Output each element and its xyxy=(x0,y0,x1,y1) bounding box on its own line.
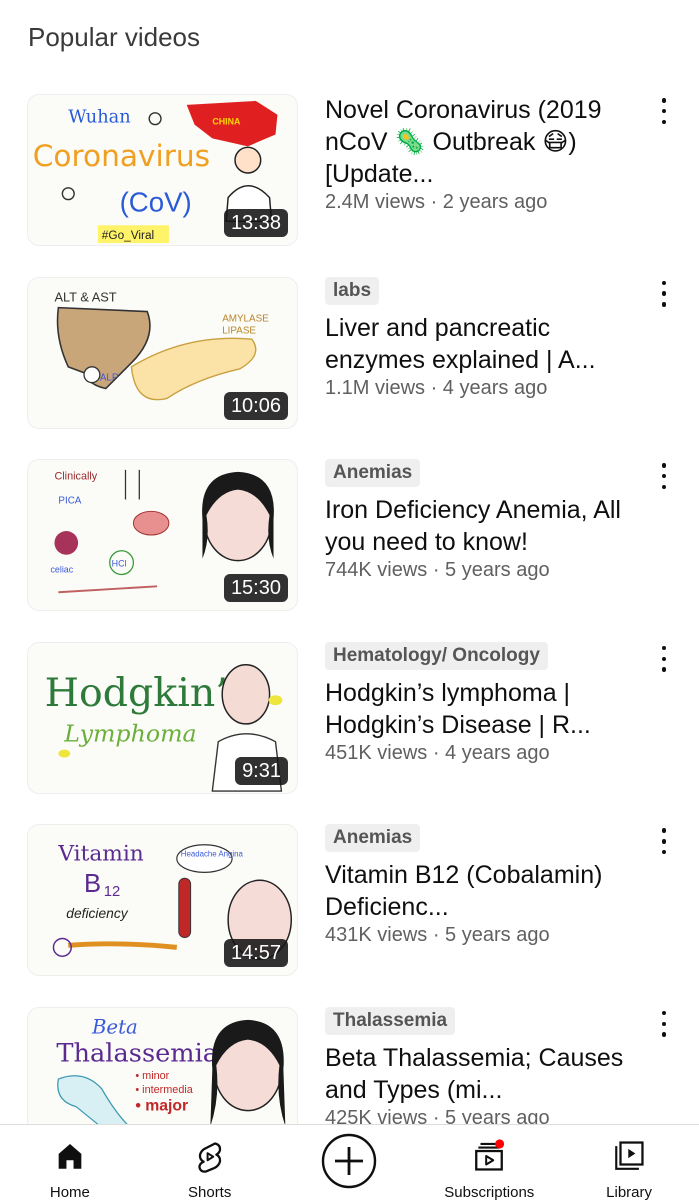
svg-text:Thalassemia: Thalassemia xyxy=(56,1038,218,1068)
video-item[interactable]: ALT & AST ALP AMYLASE LIPASE 10:06 labs … xyxy=(0,276,699,460)
playlist-badge[interactable]: labs xyxy=(325,276,380,305)
svg-text:• minor: • minor xyxy=(135,1070,169,1082)
video-title[interactable]: Beta Thalassemia; Causes and Types (mi..… xyxy=(325,1042,635,1106)
section-title: Popular videos xyxy=(28,22,200,52)
video-title[interactable]: Iron Deficiency Anemia, All you need to … xyxy=(325,494,635,558)
nav-subscriptions-label: Subscriptions xyxy=(444,1184,535,1201)
playlist-badge[interactable]: Anemias xyxy=(325,459,421,488)
shorts-icon xyxy=(197,1142,221,1173)
video-title[interactable]: Hodgkin’s lymphoma | Hodgkin’s Disease |… xyxy=(325,677,635,741)
svg-text:CHINA: CHINA xyxy=(212,117,241,127)
video-info[interactable]: Anemias Vitamin B12 (Cobalamin) Deficien… xyxy=(325,824,635,947)
create-plus-icon xyxy=(322,1133,377,1189)
video-duration: 13:38 xyxy=(223,209,288,237)
more-options-icon[interactable] xyxy=(653,828,675,855)
video-thumbnail[interactable]: Vitamin B 12 deficiency Headache Angina … xyxy=(27,824,298,977)
notification-dot xyxy=(495,1139,505,1149)
video-thumbnail[interactable]: Hodgkin’s Lymphoma 9:31 xyxy=(27,641,298,794)
nav-shorts-label: Shorts xyxy=(188,1184,232,1201)
video-title[interactable]: Vitamin B12 (Cobalamin) Deficienc... xyxy=(325,859,635,923)
nav-home[interactable]: Home xyxy=(10,1125,130,1201)
svg-text:PICA: PICA xyxy=(58,496,81,507)
svg-text:#Go_Viral: #Go_Viral xyxy=(102,228,154,242)
nav-library-label: Library xyxy=(606,1184,652,1201)
video-title[interactable]: Novel Coronavirus (2019 nCoV 🦠 Outbreak … xyxy=(325,94,635,190)
playlist-badge[interactable]: Hematology/ Oncology xyxy=(325,641,548,670)
video-info[interactable]: labs Liver and pancreatic enzymes explai… xyxy=(325,276,635,400)
nav-create[interactable] xyxy=(289,1125,409,1189)
svg-text:• major: • major xyxy=(135,1098,188,1115)
nav-subscriptions[interactable]: Subscriptions xyxy=(429,1125,549,1201)
video-meta: 1.1M views · 4 years ago xyxy=(325,376,548,399)
video-meta: 2.4M views · 2 years ago xyxy=(325,191,548,213)
video-thumbnail[interactable]: Clinically PICA celiac HCl 15:30 xyxy=(27,459,298,612)
more-options-icon[interactable] xyxy=(653,280,675,307)
video-list: Wuhan CHINA Coronavirus (CoV) #Go_Viral … xyxy=(0,94,699,1190)
svg-text:Hodgkin’s: Hodgkin’s xyxy=(45,670,248,716)
video-meta: 431K views · 5 years ago xyxy=(325,924,550,947)
svg-text:Clinically: Clinically xyxy=(54,471,97,483)
svg-text:HCl: HCl xyxy=(112,559,127,569)
video-item[interactable]: Clinically PICA celiac HCl 15:30 Anemias… xyxy=(0,459,699,642)
svg-text:Beta: Beta xyxy=(91,1016,138,1039)
svg-text:Headache Angina: Headache Angina xyxy=(181,850,244,859)
nav-home-label: Home xyxy=(49,1184,90,1201)
home-icon xyxy=(58,1143,82,1169)
svg-text:LIPASE: LIPASE xyxy=(222,325,256,336)
svg-text:Wuhan: Wuhan xyxy=(68,108,130,128)
video-item[interactable]: Vitamin B 12 deficiency Headache Angina … xyxy=(0,824,699,1007)
video-meta: 744K views · 5 years ago xyxy=(325,559,550,582)
video-duration: 14:57 xyxy=(223,939,288,968)
more-options-icon[interactable] xyxy=(653,645,675,672)
svg-text:B: B xyxy=(84,870,101,898)
playlist-badge[interactable]: Thalassemia xyxy=(325,1006,456,1035)
nav-library[interactable]: Library xyxy=(569,1125,689,1201)
video-duration: 9:31 xyxy=(235,756,288,785)
bottom-navigation: Home Shorts Subscriptions Library xyxy=(0,1124,699,1201)
more-options-icon[interactable] xyxy=(653,98,675,124)
svg-text:12: 12 xyxy=(104,884,120,900)
video-info[interactable]: Hematology/ Oncology Hodgkin’s lymphoma … xyxy=(325,641,635,765)
svg-text:Coronavirus: Coronavirus xyxy=(33,139,210,173)
more-options-icon[interactable] xyxy=(653,463,675,490)
video-info[interactable]: Thalassemia Beta Thalassemia; Causes and… xyxy=(325,1006,635,1130)
svg-text:ALT & AST: ALT & AST xyxy=(54,289,116,304)
video-info[interactable]: Anemias Iron Deficiency Anemia, All you … xyxy=(325,459,635,582)
svg-text:ALP: ALP xyxy=(100,372,119,383)
video-title[interactable]: Liver and pancreatic enzymes explained |… xyxy=(325,312,635,376)
svg-text:• intermedia: • intermedia xyxy=(135,1084,193,1096)
svg-text:Vitamin: Vitamin xyxy=(57,842,143,867)
video-info[interactable]: Novel Coronavirus (2019 nCoV 🦠 Outbreak … xyxy=(325,94,635,214)
svg-text:(CoV): (CoV) xyxy=(120,186,192,217)
video-item[interactable]: Wuhan CHINA Coronavirus (CoV) #Go_Viral … xyxy=(0,94,699,277)
svg-text:Lymphoma: Lymphoma xyxy=(63,719,196,747)
nav-shorts[interactable]: Shorts xyxy=(150,1125,270,1201)
playlist-badge[interactable]: Anemias xyxy=(325,824,421,853)
subscriptions-icon xyxy=(475,1139,505,1171)
video-meta: 451K views · 4 years ago xyxy=(325,741,550,764)
library-icon xyxy=(615,1141,644,1170)
video-thumbnail[interactable]: ALT & AST ALP AMYLASE LIPASE 10:06 xyxy=(27,276,298,429)
video-duration: 15:30 xyxy=(223,574,288,603)
svg-text:celiac: celiac xyxy=(50,565,73,575)
more-options-icon[interactable] xyxy=(653,1010,675,1037)
video-duration: 10:06 xyxy=(223,391,288,420)
video-thumbnail[interactable]: Wuhan CHINA Coronavirus (CoV) #Go_Viral … xyxy=(27,94,298,246)
svg-text:AMYLASE: AMYLASE xyxy=(222,313,269,324)
svg-text:deficiency: deficiency xyxy=(66,905,128,921)
video-item[interactable]: Hodgkin’s Lymphoma 9:31 Hematology/ Onco… xyxy=(0,641,699,825)
